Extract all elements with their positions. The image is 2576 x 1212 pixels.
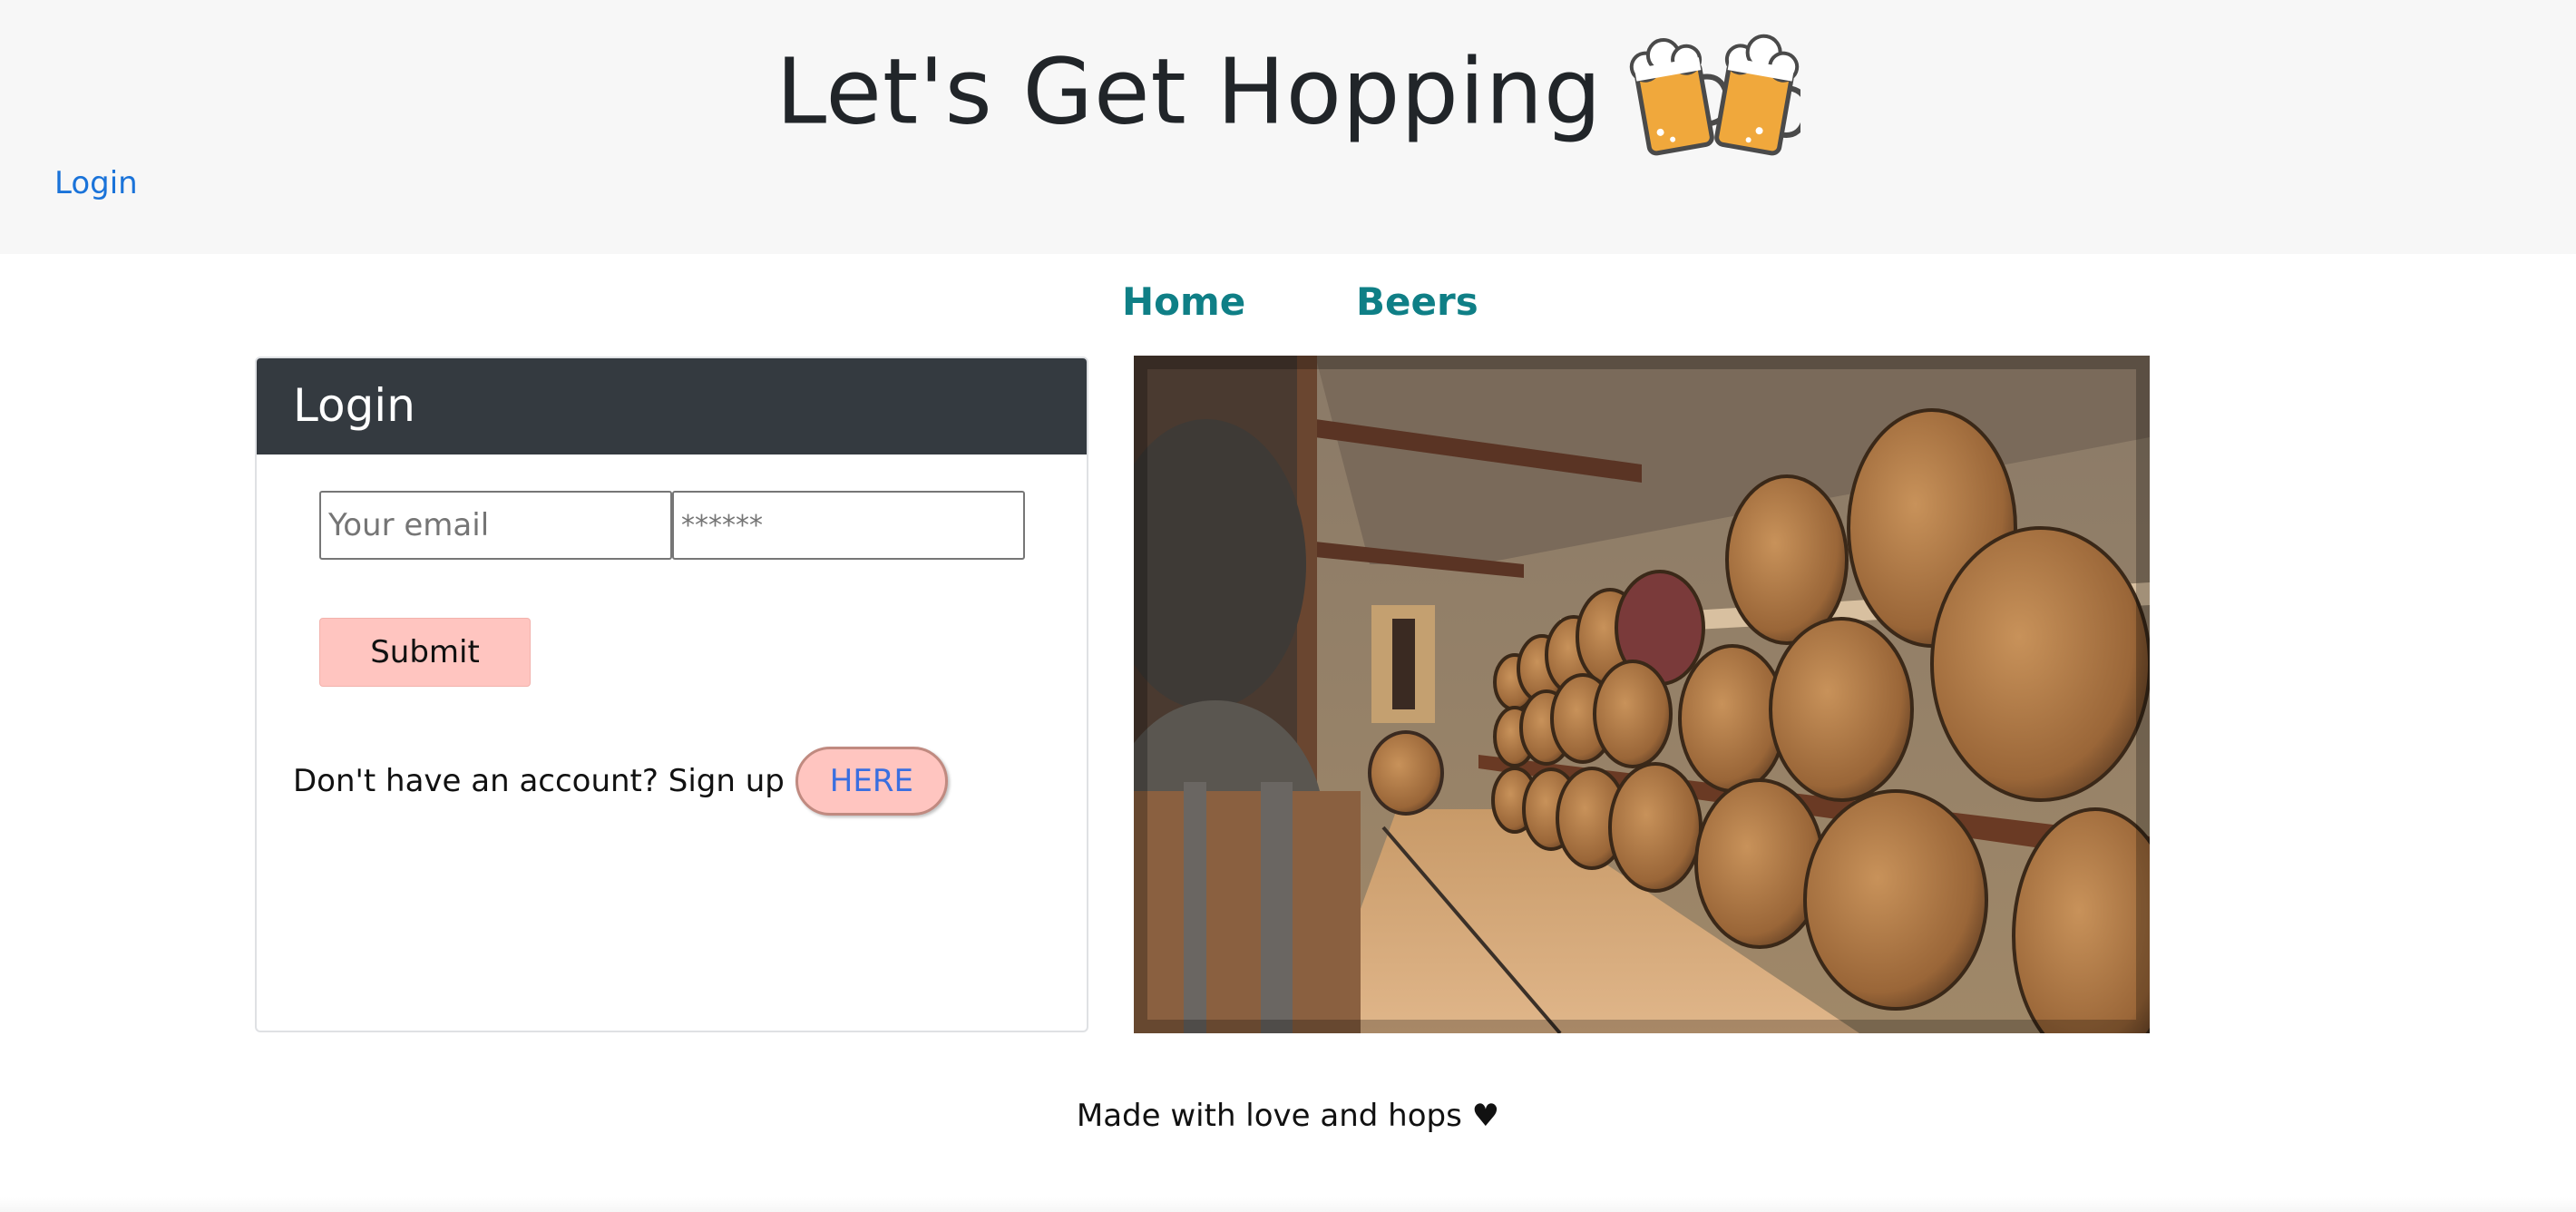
footer: Made with love and hops ♥ [0,1098,2576,1134]
submit-button[interactable]: Submit [319,618,531,687]
email-field[interactable] [319,491,672,560]
wine-cellar-image [1134,356,2150,1033]
nav-link-home[interactable]: Home [1122,279,1245,324]
nav-link-beers[interactable]: Beers [1356,279,1478,324]
site-title-text: Let's Get Hopping [776,38,1603,145]
heart-icon: ♥ [1471,1098,1500,1134]
beer-mugs-icon [1628,29,1809,156]
signup-row: Don't have an account? Sign up HERE [293,747,948,816]
bottom-divider [0,1197,2576,1212]
signup-text: Don't have an account? Sign up [293,763,785,799]
site-title: Let's Get Hopping [0,27,2576,156]
password-field[interactable] [672,491,1025,560]
login-card-title: Login [257,358,1087,454]
site-header: Let's Get Hopping Login [0,0,2576,254]
main-nav: Home Beers [0,279,2576,330]
signup-here-button[interactable]: HERE [795,747,948,816]
login-card: Login Submit Don't have an account? Sign… [255,357,1088,1032]
footer-text: Made with love and hops [1076,1098,1462,1134]
header-login-link[interactable]: Login [54,165,138,201]
